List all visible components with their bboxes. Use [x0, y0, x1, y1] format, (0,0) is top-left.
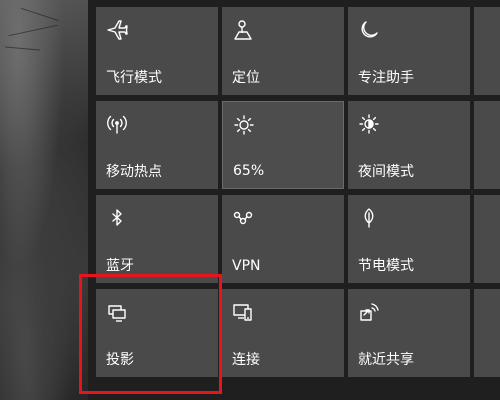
battery-saver-icon: [358, 207, 380, 229]
tile-battery-saver[interactable]: 节电模式: [348, 195, 470, 283]
tile-connect[interactable]: 连接: [222, 289, 344, 377]
tile-vpn[interactable]: VPN: [222, 195, 344, 283]
connect-icon: [232, 301, 254, 323]
bluetooth-icon: [106, 207, 128, 229]
tile-label: 节电模式: [358, 258, 414, 274]
tile-nearby-share[interactable]: 就近共享: [348, 289, 470, 377]
screenshot-stage: 飞行模式 定位 专注助手 移动热点 65% 夜间模式 蓝牙 VPN 节电模式 投…: [0, 0, 500, 400]
airplane-icon: [106, 19, 128, 41]
nearby-share-icon: [358, 301, 380, 323]
tile-location[interactable]: 定位: [222, 7, 344, 95]
wallpaper-texture: [5, 46, 40, 51]
tile-label: 连接: [232, 352, 260, 368]
brightness-icon: [233, 114, 255, 136]
tile-label: 就近共享: [358, 352, 414, 368]
wallpaper-texture: [8, 24, 58, 37]
desktop-wallpaper: [0, 0, 90, 400]
tile-label: VPN: [232, 258, 261, 274]
tile-label: 夜间模式: [358, 164, 414, 180]
tile-offscreen[interactable]: [474, 195, 500, 283]
tile-label: 投影: [106, 352, 134, 368]
tile-offscreen[interactable]: [474, 7, 500, 95]
tile-mobile-hotspot[interactable]: 移动热点: [96, 101, 218, 189]
wallpaper-texture: [20, 7, 60, 22]
tile-label: 专注助手: [358, 70, 414, 86]
tile-night-light[interactable]: 夜间模式: [348, 101, 470, 189]
moon-icon: [358, 19, 380, 41]
tile-label: 定位: [232, 70, 260, 86]
night-light-icon: [358, 113, 380, 135]
tile-bluetooth[interactable]: 蓝牙: [96, 195, 218, 283]
location-icon: [232, 19, 254, 41]
tile-offscreen[interactable]: [474, 101, 500, 189]
hotspot-icon: [106, 113, 128, 135]
tile-project[interactable]: 投影: [96, 289, 218, 377]
tile-label: 65%: [233, 163, 265, 179]
vpn-icon: [232, 207, 254, 229]
tile-label: 移动热点: [106, 164, 162, 180]
tile-focus-assist[interactable]: 专注助手: [348, 7, 470, 95]
project-icon: [106, 301, 128, 323]
tile-label: 蓝牙: [106, 258, 134, 274]
tile-brightness[interactable]: 65%: [222, 101, 344, 189]
tile-offscreen[interactable]: [474, 289, 500, 377]
tile-airplane-mode[interactable]: 飞行模式: [96, 7, 218, 95]
action-center-panel: 飞行模式 定位 专注助手 移动热点 65% 夜间模式 蓝牙 VPN 节电模式 投…: [88, 0, 500, 400]
tile-label: 飞行模式: [106, 70, 162, 86]
